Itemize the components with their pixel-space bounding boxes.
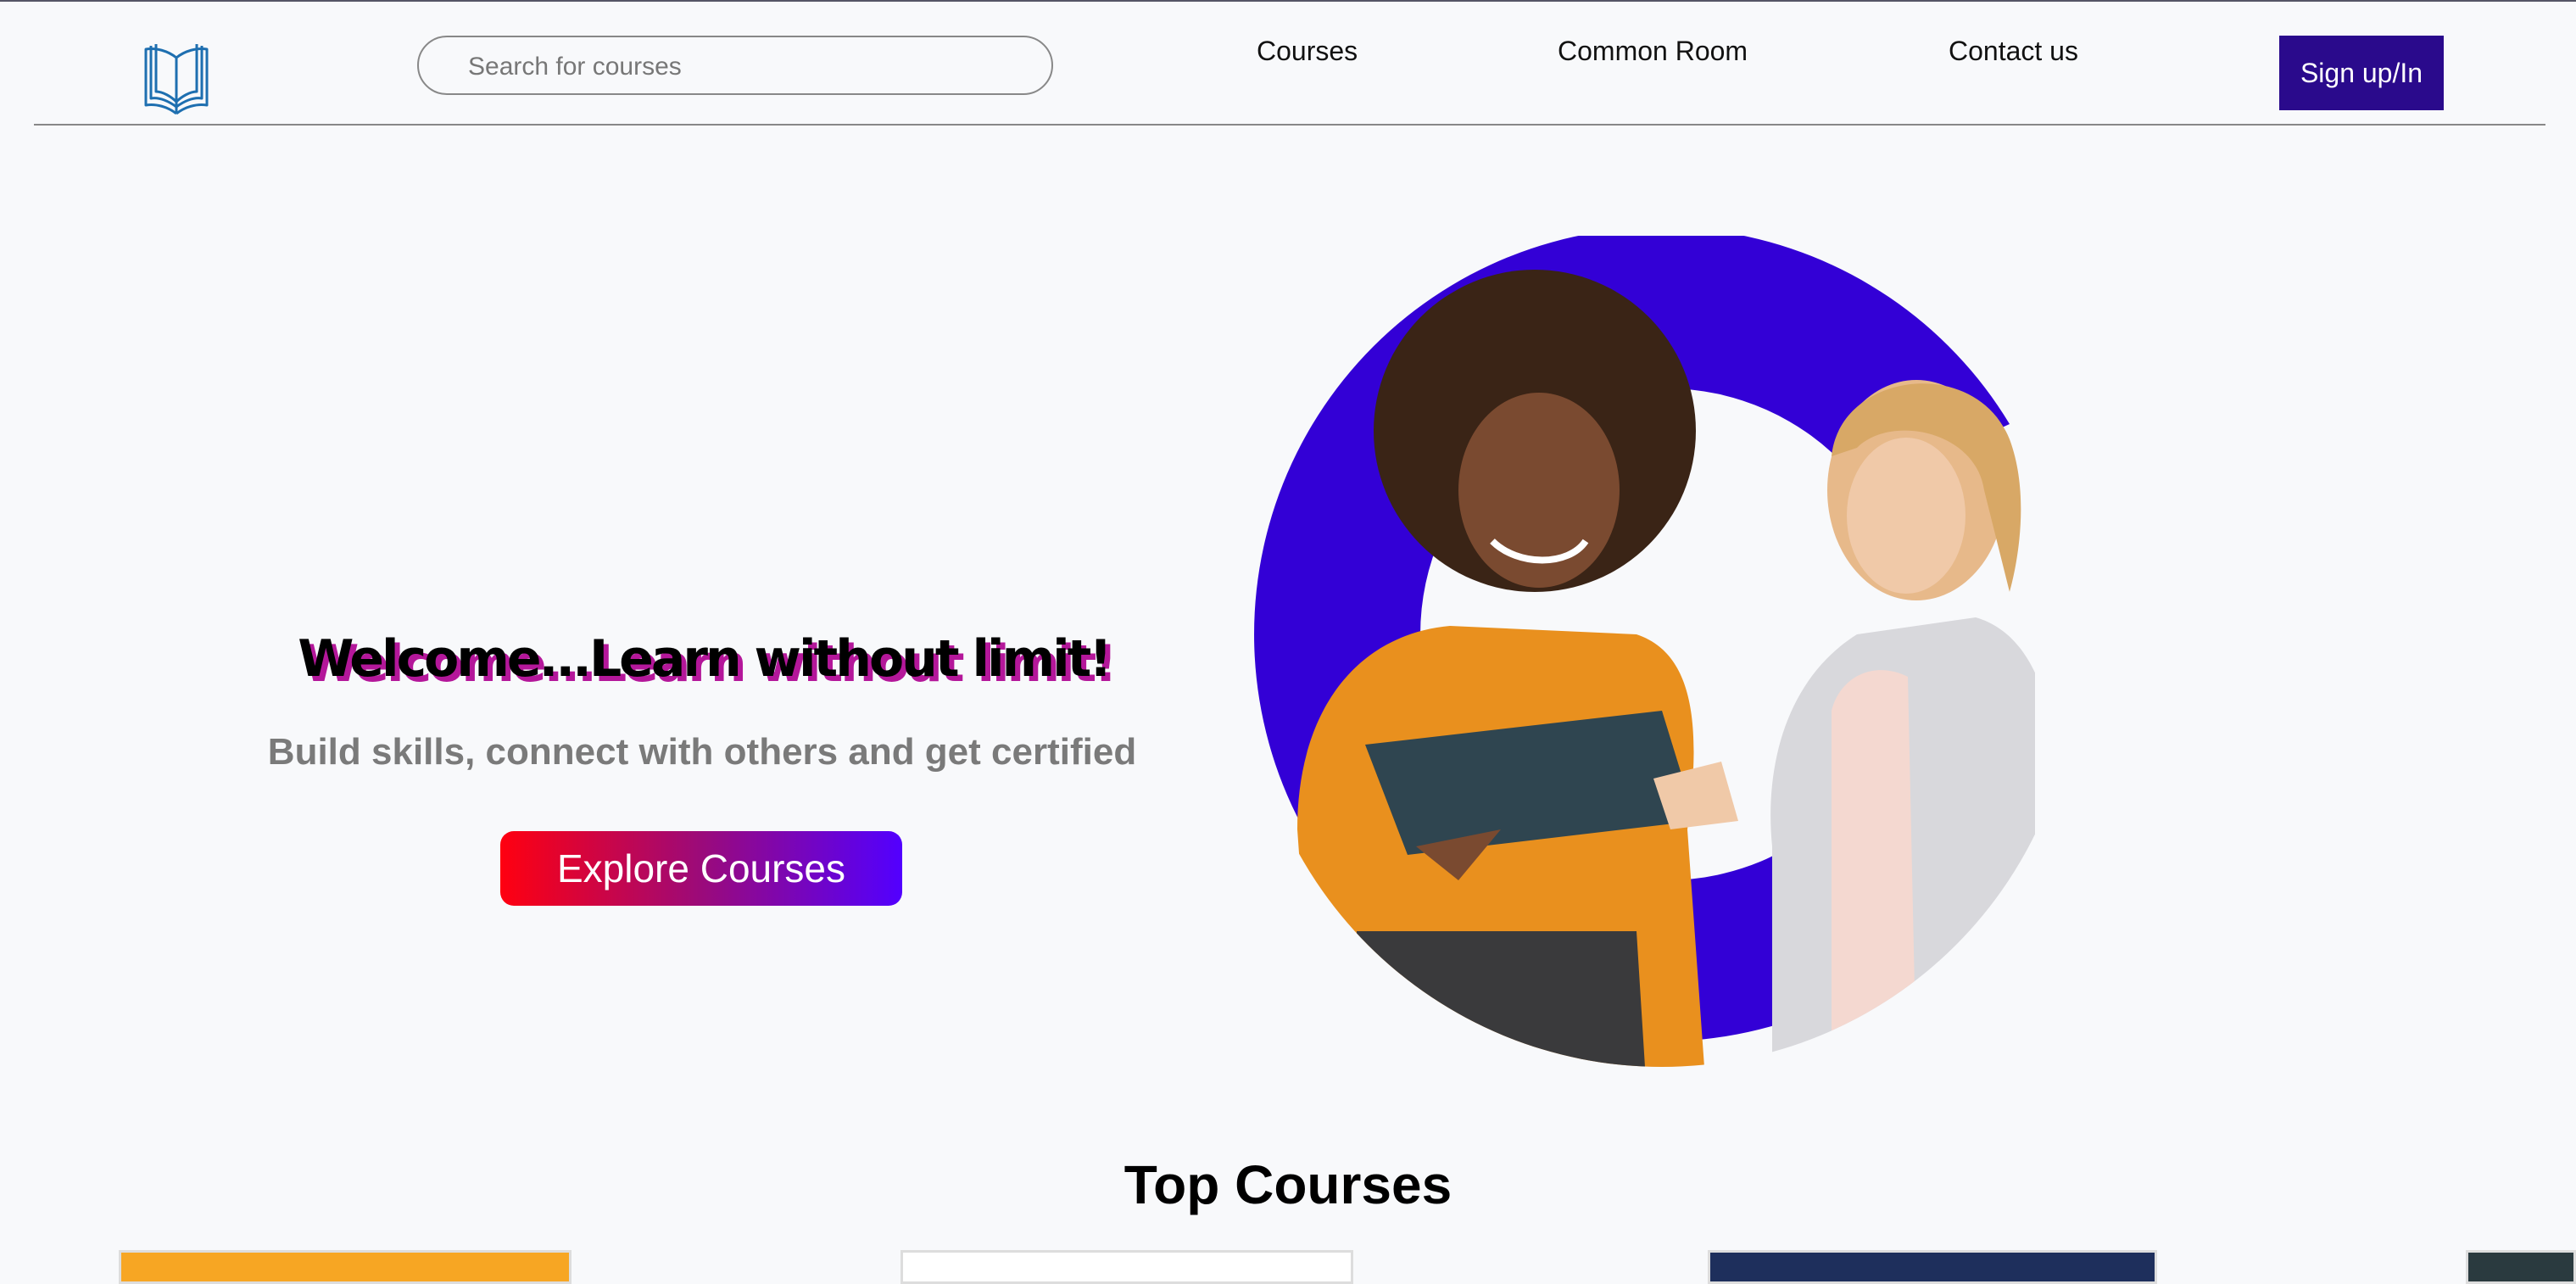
nav-contact-us[interactable]: Contact us — [1949, 36, 2078, 67]
search-box — [417, 36, 1053, 95]
top-courses-title: Top Courses — [1124, 1154, 1452, 1215]
course-card[interactable] — [900, 1250, 1353, 1284]
search-input[interactable] — [466, 49, 995, 85]
header-divider — [34, 124, 2545, 126]
hero-subtitle: Build skills, connect with others and ge… — [267, 731, 1137, 773]
explore-courses-button[interactable]: Explore Courses — [500, 831, 902, 906]
course-card[interactable] — [2466, 1250, 2576, 1284]
open-book-icon[interactable] — [141, 42, 212, 117]
course-card[interactable] — [119, 1250, 572, 1284]
course-card[interactable] — [1708, 1250, 2157, 1284]
nav-common-room[interactable]: Common Room — [1558, 36, 1748, 67]
hero-title: Welcome...Learn without limit! — [298, 629, 1112, 689]
hero-image — [1246, 227, 2060, 1067]
signup-button[interactable]: Sign up/In — [2279, 36, 2444, 110]
nav-courses[interactable]: Courses — [1257, 36, 1358, 67]
site-header: Courses Common Room Contact us Sign up/I… — [0, 2, 2576, 126]
